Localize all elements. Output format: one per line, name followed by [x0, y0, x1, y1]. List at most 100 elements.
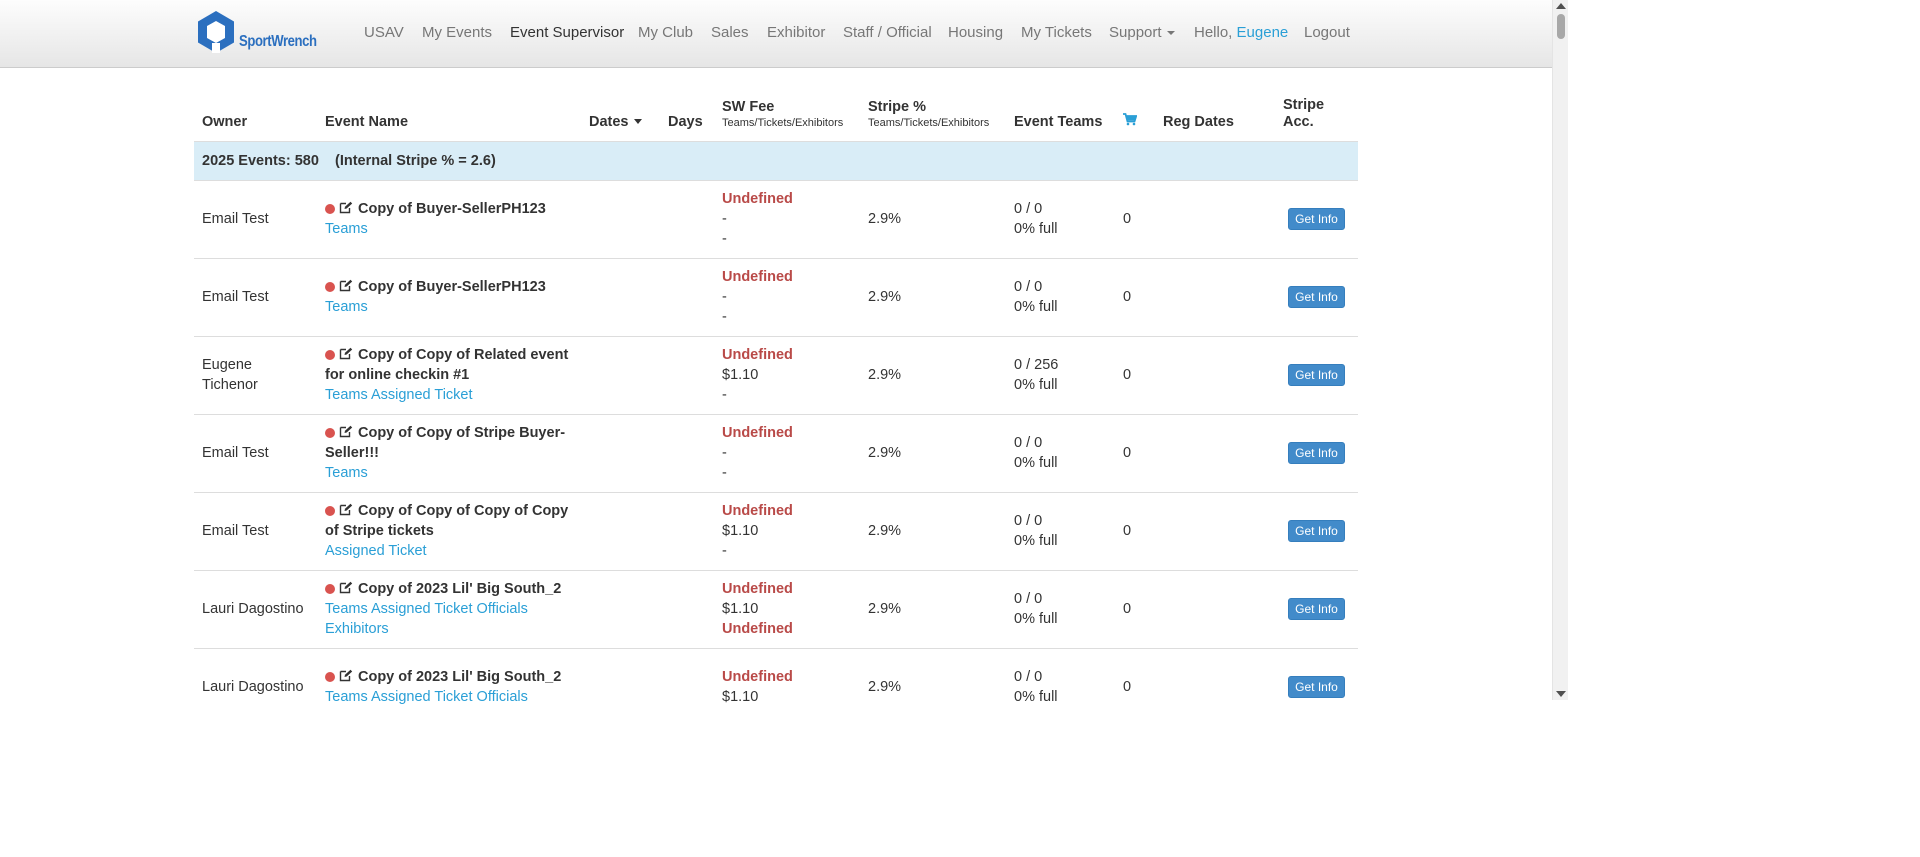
- status-dot-icon: [325, 584, 335, 594]
- owner-cell: Email Test: [194, 257, 317, 336]
- teams-link[interactable]: Teams: [325, 601, 368, 617]
- assigned-ticket-link[interactable]: Assigned Ticket: [371, 387, 473, 403]
- event-name-cell: Copy of Copy of Copy of Copy of Stripe t…: [317, 491, 581, 570]
- get-info-button[interactable]: Get Info: [1288, 598, 1345, 620]
- status-dot-icon: [325, 428, 335, 438]
- nav-my-club[interactable]: My Club: [638, 0, 693, 66]
- event-name-cell: Copy of 2023 Lil' Big South_2 Teams Assig…: [317, 647, 581, 726]
- scroll-down-arrow-icon[interactable]: [1556, 691, 1566, 697]
- exhibitors-link[interactable]: Exhibitors: [325, 621, 389, 637]
- event-name-cell: Copy of Copy of Stripe Buyer-Seller!!! Te…: [317, 413, 581, 492]
- teams-full: 0% full: [1014, 221, 1058, 237]
- cart-cell: 0: [1115, 413, 1155, 492]
- col-sw-fee[interactable]: SW Fee Teams/Tickets/Exhibitors: [714, 90, 860, 141]
- assigned-ticket-link[interactable]: Assigned Ticket: [325, 543, 427, 559]
- dates-cell: [581, 569, 660, 648]
- days-cell: [660, 335, 714, 414]
- fee-value: -: [722, 289, 727, 305]
- dates-cell: [581, 257, 660, 336]
- days-cell: [660, 257, 714, 336]
- get-info-button[interactable]: Get Info: [1288, 442, 1345, 464]
- nav-event-supervisor[interactable]: Event Supervisor: [510, 0, 624, 66]
- assigned-ticket-link[interactable]: Assigned Ticket: [371, 689, 473, 705]
- scroll-thumb[interactable]: [1557, 14, 1565, 39]
- nav-sales[interactable]: Sales: [711, 0, 749, 66]
- event-name-cell: Copy of Buyer-SellerPH123 Teams: [317, 257, 581, 336]
- teams-link[interactable]: Teams: [325, 387, 368, 403]
- table-row: Eugene Tichenor Copy of Copy of Related e…: [194, 335, 1358, 414]
- assigned-ticket-link[interactable]: Assigned Ticket: [371, 601, 473, 617]
- edit-icon[interactable]: [339, 503, 353, 516]
- col-stripe[interactable]: Stripe % Teams/Tickets/Exhibitors: [860, 90, 1006, 141]
- nav-support-dropdown[interactable]: Support: [1109, 0, 1175, 66]
- user-name-link[interactable]: Eugene: [1237, 24, 1289, 41]
- get-info-button[interactable]: Get Info: [1288, 520, 1345, 542]
- edit-icon[interactable]: [339, 347, 353, 360]
- col-days[interactable]: Days: [660, 90, 714, 141]
- col-dates[interactable]: Dates: [581, 90, 660, 141]
- col-owner[interactable]: Owner: [194, 90, 317, 141]
- nav-logout[interactable]: Logout: [1304, 0, 1350, 66]
- nav-my-tickets[interactable]: My Tickets: [1021, 0, 1092, 66]
- sw-fee-cell: Undefined $1.10 -: [714, 491, 860, 570]
- scroll-up-arrow-icon[interactable]: [1556, 3, 1566, 9]
- edit-icon[interactable]: [339, 581, 353, 594]
- sw-fee-cell: Undefined $1.10 Undefined: [714, 569, 860, 648]
- col-sw-fee-sub: Teams/Tickets/Exhibitors: [722, 116, 844, 129]
- teams-link[interactable]: Teams: [325, 299, 368, 315]
- nav-exhibitor[interactable]: Exhibitor: [767, 0, 825, 66]
- fee-value: -: [722, 231, 727, 247]
- fee-value: $1.10: [722, 367, 759, 383]
- officials-link[interactable]: Officials: [477, 689, 528, 705]
- nav-usav[interactable]: USAV: [364, 0, 404, 66]
- events-table: Owner Event Name Dates Days SW Fee Teams/…: [194, 90, 1358, 726]
- nav-greeting: Hello, Eugene: [1194, 0, 1288, 66]
- fee-value: -: [722, 543, 727, 559]
- main-nav: USAV My Events Event Supervisor My Club …: [0, 0, 1552, 68]
- fee-value: Undefined: [722, 581, 793, 597]
- stripe-acc-cell: Get Info: [1275, 257, 1358, 336]
- cart-cell: 0: [1115, 335, 1155, 414]
- nav-staff-official[interactable]: Staff / Official: [843, 0, 932, 66]
- status-dot-icon: [325, 672, 335, 683]
- officials-link[interactable]: Officials: [477, 601, 528, 617]
- owner-cell: Email Test: [194, 491, 317, 570]
- fee-value: -: [722, 445, 727, 461]
- stripe-cell: 2.9%: [860, 413, 1006, 492]
- days-cell: [660, 179, 714, 258]
- col-cart[interactable]: [1115, 90, 1155, 141]
- days-cell: [660, 413, 714, 492]
- teams-link[interactable]: Teams: [325, 465, 368, 481]
- edit-icon[interactable]: [339, 279, 353, 292]
- edit-icon[interactable]: [339, 425, 353, 438]
- vertical-scrollbar[interactable]: [1552, 0, 1568, 700]
- get-info-button[interactable]: Get Info: [1288, 208, 1345, 230]
- status-dot-icon: [325, 506, 335, 516]
- group-note: (Internal Stripe % = 2.6): [335, 152, 496, 169]
- nav-housing[interactable]: Housing: [948, 0, 1003, 66]
- get-info-button[interactable]: Get Info: [1288, 286, 1345, 308]
- event-title: Copy of Copy of Copy of Copy of Stripe t…: [325, 503, 569, 539]
- cart-cell: 0: [1115, 491, 1155, 570]
- col-reg-dates[interactable]: Reg Dates: [1155, 90, 1275, 141]
- fee-value: Undefined: [722, 269, 793, 285]
- fee-value: Undefined: [722, 621, 793, 637]
- event-teams-cell: 0 / 0 0% full: [1006, 647, 1115, 726]
- event-teams-cell: 0 / 256 0% full: [1006, 335, 1115, 414]
- group-label: 2025 Events: 580: [202, 152, 319, 169]
- event-teams-cell: 0 / 0 0% full: [1006, 179, 1115, 258]
- greeting-text: Hello,: [1194, 24, 1233, 41]
- teams-link[interactable]: Teams: [325, 689, 368, 705]
- edit-icon[interactable]: [339, 201, 353, 214]
- get-info-button[interactable]: Get Info: [1288, 676, 1345, 699]
- event-name-cell: Copy of 2023 Lil' Big South_2 Teams Assig…: [317, 569, 581, 648]
- nav-my-events[interactable]: My Events: [422, 0, 492, 66]
- teams-link[interactable]: Teams: [325, 221, 368, 237]
- get-info-button[interactable]: Get Info: [1288, 364, 1345, 386]
- teams-full: 0% full: [1014, 611, 1058, 627]
- teams-full: 0% full: [1014, 299, 1058, 315]
- shopping-cart-icon: [1123, 112, 1138, 125]
- event-teams-cell: 0 / 0 0% full: [1006, 491, 1115, 570]
- edit-icon[interactable]: [339, 669, 353, 682]
- status-dot-icon: [325, 204, 335, 214]
